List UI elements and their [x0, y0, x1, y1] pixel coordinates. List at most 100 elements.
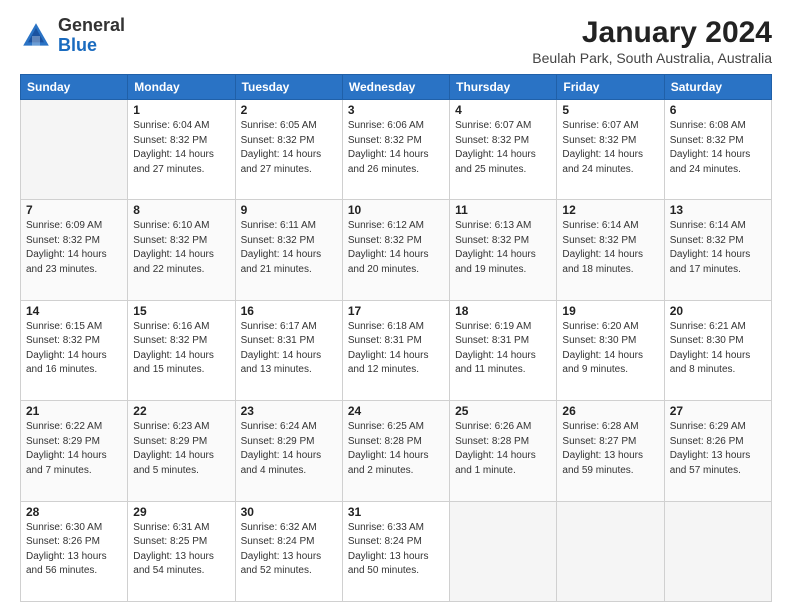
header: General Blue January 2024 Beulah Park, S…	[20, 16, 772, 66]
day-info: Sunrise: 6:32 AM Sunset: 8:24 PM Dayligh…	[241, 521, 337, 579]
calendar-cell	[557, 501, 664, 601]
day-info: Sunrise: 6:09 AM Sunset: 8:32 PM Dayligh…	[26, 219, 122, 277]
calendar-cell: 26 Sunrise: 6:28 AM Sunset: 8:27 PM Dayli…	[557, 401, 664, 501]
logo-blue: Blue	[58, 35, 97, 55]
calendar-cell: 29 Sunrise: 6:31 AM Sunset: 8:25 PM Dayli…	[128, 501, 235, 601]
calendar-cell: 12 Sunrise: 6:14 AM Sunset: 8:32 PM Dayli…	[557, 200, 664, 300]
day-number: 29	[133, 505, 229, 519]
page: General Blue January 2024 Beulah Park, S…	[0, 0, 792, 612]
calendar-cell: 1 Sunrise: 6:04 AM Sunset: 8:32 PM Daylig…	[128, 100, 235, 200]
day-number: 9	[241, 203, 337, 217]
calendar-cell: 9 Sunrise: 6:11 AM Sunset: 8:32 PM Daylig…	[235, 200, 342, 300]
calendar-cell: 4 Sunrise: 6:07 AM Sunset: 8:32 PM Daylig…	[450, 100, 557, 200]
calendar-cell: 19 Sunrise: 6:20 AM Sunset: 8:30 PM Dayli…	[557, 300, 664, 400]
day-info: Sunrise: 6:20 AM Sunset: 8:30 PM Dayligh…	[562, 320, 658, 378]
weekday-header-friday: Friday	[557, 75, 664, 100]
day-info: Sunrise: 6:11 AM Sunset: 8:32 PM Dayligh…	[241, 219, 337, 277]
calendar-cell: 25 Sunrise: 6:26 AM Sunset: 8:28 PM Dayli…	[450, 401, 557, 501]
day-info: Sunrise: 6:14 AM Sunset: 8:32 PM Dayligh…	[562, 219, 658, 277]
calendar-cell: 5Sunrise: 6:07 AM Sunset: 8:32 PM Daylig…	[557, 100, 664, 200]
day-info: Sunrise: 6:30 AM Sunset: 8:26 PM Dayligh…	[26, 521, 122, 579]
day-number: 26	[562, 404, 658, 418]
day-number: 3	[348, 103, 444, 117]
day-number: 4	[455, 103, 551, 117]
calendar-cell: 13Sunrise: 6:14 AM Sunset: 8:32 PM Dayli…	[664, 200, 771, 300]
day-info: Sunrise: 6:15 AM Sunset: 8:32 PM Dayligh…	[26, 320, 122, 378]
weekday-header-saturday: Saturday	[664, 75, 771, 100]
day-number: 19	[562, 304, 658, 318]
day-number: 31	[348, 505, 444, 519]
calendar-cell: 14 Sunrise: 6:15 AM Sunset: 8:32 PM Dayli…	[21, 300, 128, 400]
day-number: 5	[562, 103, 658, 117]
day-info: Sunrise: 6:08 AM Sunset: 8:32 PM Dayligh…	[670, 119, 766, 177]
day-info: Sunrise: 6:21 AM Sunset: 8:30 PM Dayligh…	[670, 320, 766, 378]
logo: General Blue	[20, 16, 125, 56]
day-number: 15	[133, 304, 229, 318]
day-info: Sunrise: 6:16 AM Sunset: 8:32 PM Dayligh…	[133, 320, 229, 378]
day-info: Sunrise: 6:13 AM Sunset: 8:32 PM Dayligh…	[455, 219, 551, 277]
weekday-header-thursday: Thursday	[450, 75, 557, 100]
calendar-cell: 31Sunrise: 6:33 AM Sunset: 8:24 PM Dayli…	[342, 501, 449, 601]
day-info: Sunrise: 6:25 AM Sunset: 8:28 PM Dayligh…	[348, 420, 444, 478]
day-number: 2	[241, 103, 337, 117]
day-number: 20	[670, 304, 766, 318]
calendar-cell: 23 Sunrise: 6:24 AM Sunset: 8:29 PM Dayli…	[235, 401, 342, 501]
calendar-cell: 28 Sunrise: 6:30 AM Sunset: 8:26 PM Dayli…	[21, 501, 128, 601]
calendar-cell: 7Sunrise: 6:09 AM Sunset: 8:32 PM Daylig…	[21, 200, 128, 300]
day-number: 23	[241, 404, 337, 418]
week-row-1: 1 Sunrise: 6:04 AM Sunset: 8:32 PM Daylig…	[21, 100, 772, 200]
weekday-header-row: SundayMondayTuesdayWednesdayThursdayFrid…	[21, 75, 772, 100]
day-info: Sunrise: 6:18 AM Sunset: 8:31 PM Dayligh…	[348, 320, 444, 378]
day-number: 25	[455, 404, 551, 418]
day-number: 11	[455, 203, 551, 217]
day-number: 6	[670, 103, 766, 117]
calendar-cell: 16Sunrise: 6:17 AM Sunset: 8:31 PM Dayli…	[235, 300, 342, 400]
day-info: Sunrise: 6:07 AM Sunset: 8:32 PM Dayligh…	[455, 119, 551, 177]
calendar-cell: 20 Sunrise: 6:21 AM Sunset: 8:30 PM Dayli…	[664, 300, 771, 400]
day-number: 10	[348, 203, 444, 217]
day-number: 18	[455, 304, 551, 318]
day-info: Sunrise: 6:28 AM Sunset: 8:27 PM Dayligh…	[562, 420, 658, 478]
day-number: 12	[562, 203, 658, 217]
calendar-cell: 24 Sunrise: 6:25 AM Sunset: 8:28 PM Dayli…	[342, 401, 449, 501]
week-row-5: 28 Sunrise: 6:30 AM Sunset: 8:26 PM Dayli…	[21, 501, 772, 601]
title-block: January 2024 Beulah Park, South Australi…	[532, 16, 772, 66]
day-number: 16	[241, 304, 337, 318]
calendar-cell: 21Sunrise: 6:22 AM Sunset: 8:29 PM Dayli…	[21, 401, 128, 501]
calendar-cell: 2 Sunrise: 6:05 AM Sunset: 8:32 PM Daylig…	[235, 100, 342, 200]
calendar-table: SundayMondayTuesdayWednesdayThursdayFrid…	[20, 74, 772, 602]
day-number: 28	[26, 505, 122, 519]
day-number: 8	[133, 203, 229, 217]
calendar-cell: 6 Sunrise: 6:08 AM Sunset: 8:32 PM Daylig…	[664, 100, 771, 200]
day-info: Sunrise: 6:22 AM Sunset: 8:29 PM Dayligh…	[26, 420, 122, 478]
day-number: 27	[670, 404, 766, 418]
calendar-cell: 10 Sunrise: 6:12 AM Sunset: 8:32 PM Dayli…	[342, 200, 449, 300]
day-number: 1	[133, 103, 229, 117]
day-info: Sunrise: 6:04 AM Sunset: 8:32 PM Dayligh…	[133, 119, 229, 177]
logo-general: General	[58, 15, 125, 35]
weekday-header-monday: Monday	[128, 75, 235, 100]
day-number: 24	[348, 404, 444, 418]
week-row-3: 14 Sunrise: 6:15 AM Sunset: 8:32 PM Dayli…	[21, 300, 772, 400]
day-info: Sunrise: 6:12 AM Sunset: 8:32 PM Dayligh…	[348, 219, 444, 277]
week-row-4: 21Sunrise: 6:22 AM Sunset: 8:29 PM Dayli…	[21, 401, 772, 501]
calendar-cell: 18Sunrise: 6:19 AM Sunset: 8:31 PM Dayli…	[450, 300, 557, 400]
day-info: Sunrise: 6:14 AM Sunset: 8:32 PM Dayligh…	[670, 219, 766, 277]
day-number: 14	[26, 304, 122, 318]
logo-text: General Blue	[58, 16, 125, 56]
day-info: Sunrise: 6:31 AM Sunset: 8:25 PM Dayligh…	[133, 521, 229, 579]
day-number: 17	[348, 304, 444, 318]
day-info: Sunrise: 6:29 AM Sunset: 8:26 PM Dayligh…	[670, 420, 766, 478]
day-info: Sunrise: 6:24 AM Sunset: 8:29 PM Dayligh…	[241, 420, 337, 478]
calendar-cell: 3Sunrise: 6:06 AM Sunset: 8:32 PM Daylig…	[342, 100, 449, 200]
day-info: Sunrise: 6:23 AM Sunset: 8:29 PM Dayligh…	[133, 420, 229, 478]
calendar-cell: 22 Sunrise: 6:23 AM Sunset: 8:29 PM Dayli…	[128, 401, 235, 501]
calendar-cell: 27 Sunrise: 6:29 AM Sunset: 8:26 PM Dayli…	[664, 401, 771, 501]
calendar-cell: 8Sunrise: 6:10 AM Sunset: 8:32 PM Daylig…	[128, 200, 235, 300]
location-subtitle: Beulah Park, South Australia, Australia	[532, 50, 772, 66]
day-info: Sunrise: 6:05 AM Sunset: 8:32 PM Dayligh…	[241, 119, 337, 177]
day-number: 22	[133, 404, 229, 418]
calendar-cell	[21, 100, 128, 200]
day-info: Sunrise: 6:26 AM Sunset: 8:28 PM Dayligh…	[455, 420, 551, 478]
month-title: January 2024	[532, 16, 772, 50]
